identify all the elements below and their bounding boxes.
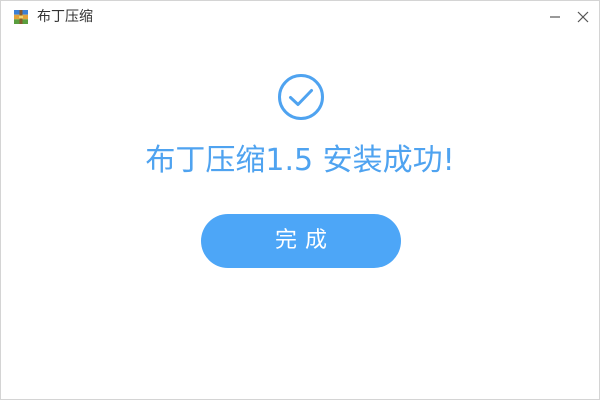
archive-app-icon xyxy=(14,10,28,24)
minimize-button[interactable] xyxy=(543,5,567,29)
minimize-icon xyxy=(550,16,560,18)
close-button[interactable] xyxy=(571,5,595,29)
title-bar: 布丁压缩 xyxy=(1,1,599,33)
install-success-message: 布丁压缩1.5 安装成功! xyxy=(145,143,455,178)
window-title: 布丁压缩 xyxy=(37,9,93,25)
done-button[interactable]: 完成 xyxy=(201,214,401,268)
installer-window: 布丁压缩 布丁压缩1.5 安装成功! 完成 xyxy=(0,0,600,400)
close-icon xyxy=(577,11,589,23)
check-circle-icon xyxy=(278,74,324,120)
